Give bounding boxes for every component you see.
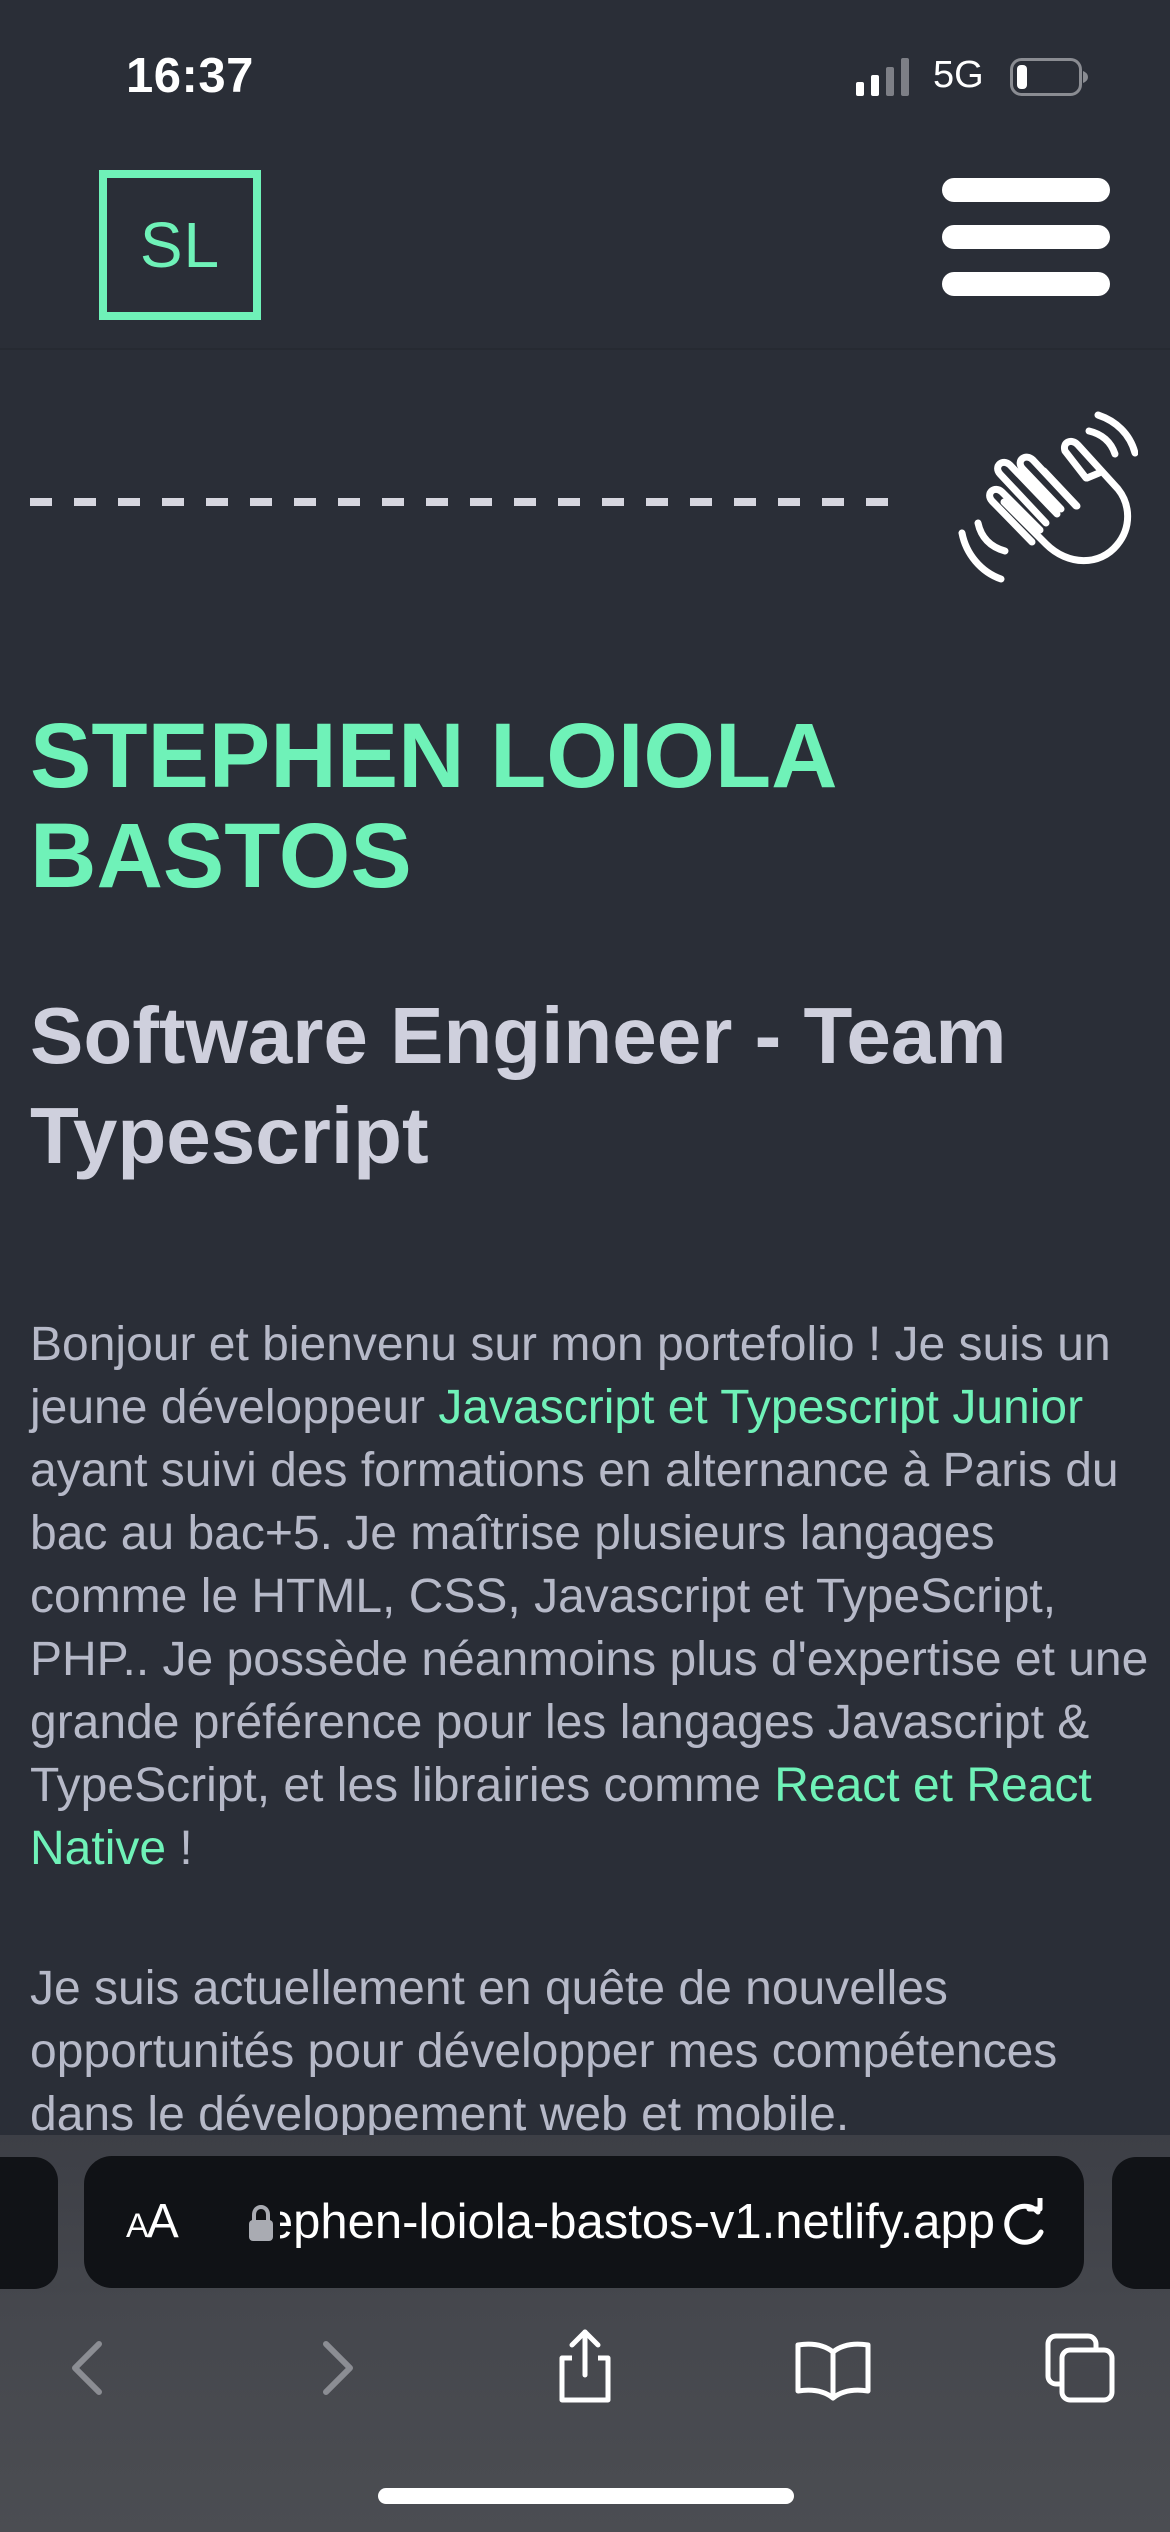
text-size-small-a: A <box>126 2207 149 2245</box>
lock-icon <box>249 2204 273 2241</box>
network-type-label: 5G <box>933 54 984 96</box>
ios-status-bar: 16:37 5G <box>0 0 1170 140</box>
bio-text-part-2: ayant suivi des formations en alternance… <box>30 1444 1149 1812</box>
previous-tab-preview[interactable] <box>0 2157 58 2289</box>
share-icon[interactable] <box>545 2328 625 2408</box>
menu-line <box>942 178 1110 202</box>
menu-line <box>942 225 1110 249</box>
reload-icon[interactable] <box>998 2198 1050 2250</box>
back-icon[interactable] <box>47 2328 127 2408</box>
cellular-signal-icon <box>856 58 909 96</box>
next-tab-preview[interactable] <box>1112 2157 1170 2289</box>
safari-address-bar[interactable]: AA stephen-loiola-bastos-v1.netlify.app <box>84 2156 1084 2288</box>
text-size-large-a: A <box>146 2195 179 2248</box>
profile-bio: Bonjour et bienvenu sur mon portefolio !… <box>30 1313 1150 1880</box>
profile-role: Software Engineer - Team Typescript <box>30 991 1007 1180</box>
url-field[interactable]: stephen-loiola-bastos-v1.netlify.app <box>280 2192 995 2252</box>
menu-line <box>942 272 1110 296</box>
profile-bio-secondary: Je suis actuellement en quête de nouvell… <box>30 1962 1058 2141</box>
bio-highlight-js-ts: Javascript et Typescript Junior <box>438 1381 1084 1434</box>
tabs-icon[interactable] <box>1040 2328 1120 2408</box>
text-size-button[interactable]: AA <box>126 2192 179 2252</box>
site-header: SL <box>0 140 1170 350</box>
bio-text-part-3: ! <box>166 1822 193 1875</box>
profile-name: STEPHEN LOIOLA BASTOS <box>30 705 835 907</box>
home-indicator[interactable] <box>378 2488 794 2504</box>
status-time: 16:37 <box>126 49 254 103</box>
forward-icon[interactable] <box>298 2328 378 2408</box>
decorative-dashed-line <box>30 498 900 506</box>
bookmarks-icon[interactable] <box>793 2328 873 2408</box>
hamburger-menu-icon[interactable] <box>942 178 1110 296</box>
site-logo[interactable]: SL <box>99 170 261 320</box>
waving-hand-icon <box>958 411 1138 583</box>
battery-low-icon <box>1010 58 1088 96</box>
portfolio-page: 16:37 5G SL STEPHEN LOIOLA BASTOS Softwa… <box>0 0 1170 2532</box>
